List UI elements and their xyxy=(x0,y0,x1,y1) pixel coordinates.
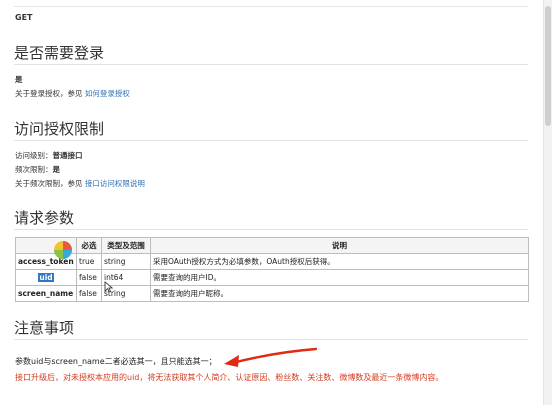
param-description: 需要查询的用户ID。 xyxy=(150,269,529,286)
param-name: uid xyxy=(15,269,77,286)
table-row: uid false int64 需要查询的用户ID。 xyxy=(15,269,529,286)
access-title-rule xyxy=(14,140,528,141)
note-line-2-warning: 接口升级后，对未授权本应用的uid，将无法获取其个人简介、认证原因、粉丝数、关注… xyxy=(15,373,444,382)
note-line-1: 参数uid与screen_name二者必选其一，且只能选其一； xyxy=(15,357,217,366)
header-type: 类型及范围 xyxy=(101,237,151,254)
freq-limit-line: 频次限制：是 xyxy=(15,165,60,174)
param-type: string xyxy=(101,253,151,270)
header-required: 必选 xyxy=(76,237,102,254)
scrollbar-thumb[interactable] xyxy=(545,6,551,126)
table-row: screen_name false string 需要查询的用户昵称。 xyxy=(15,285,529,302)
table-row: access_token true string 采用OAuth授权方式为必填参… xyxy=(15,253,529,270)
http-method: GET xyxy=(15,13,33,22)
param-description: 采用OAuth授权方式为必填参数，OAuth授权后获得。 xyxy=(150,253,529,270)
param-required: false xyxy=(76,285,102,302)
notes-section-title: 注意事项 xyxy=(14,319,75,337)
api-doc-page: GET 是否需要登录 是 关于登录授权，参见 如何登录授权 访问授权限制 访问级… xyxy=(0,0,544,405)
header-description: 说明 xyxy=(150,237,529,254)
login-required-value: 是 xyxy=(15,75,23,84)
params-table: 必选 类型及范围 说明 access_token true string 采用O… xyxy=(15,237,529,302)
access-section-title: 访问授权限制 xyxy=(14,120,105,138)
access-ref-line: 关于频次限制，参见 接口访问权限说明 xyxy=(15,179,145,188)
vertical-scrollbar[interactable] xyxy=(543,0,552,405)
params-header-row: 必选 类型及范围 说明 xyxy=(15,237,529,254)
access-ref-link[interactable]: 接口访问权限说明 xyxy=(85,179,145,188)
param-required: true xyxy=(76,253,102,270)
login-section-title: 是否需要登录 xyxy=(14,44,105,62)
red-annotation-arrow-icon xyxy=(224,347,317,367)
top-divider xyxy=(14,6,528,7)
params-title-rule xyxy=(14,229,528,230)
colorful-pie-logo-icon xyxy=(54,241,72,259)
login-ref-line: 关于登录授权，参见 如何登录授权 xyxy=(15,89,130,98)
mouse-pointer-icon xyxy=(104,281,114,293)
notes-title-rule xyxy=(14,339,528,340)
param-description: 需要查询的用户昵称。 xyxy=(150,285,529,302)
login-title-rule xyxy=(14,64,528,65)
param-required: false xyxy=(76,269,102,286)
access-level-line: 访问级别：普通接口 xyxy=(15,151,83,160)
login-ref-link[interactable]: 如何登录授权 xyxy=(85,89,130,98)
param-name: screen_name xyxy=(15,285,77,302)
selected-text-uid: uid xyxy=(38,273,54,282)
params-section-title: 请求参数 xyxy=(14,209,75,227)
